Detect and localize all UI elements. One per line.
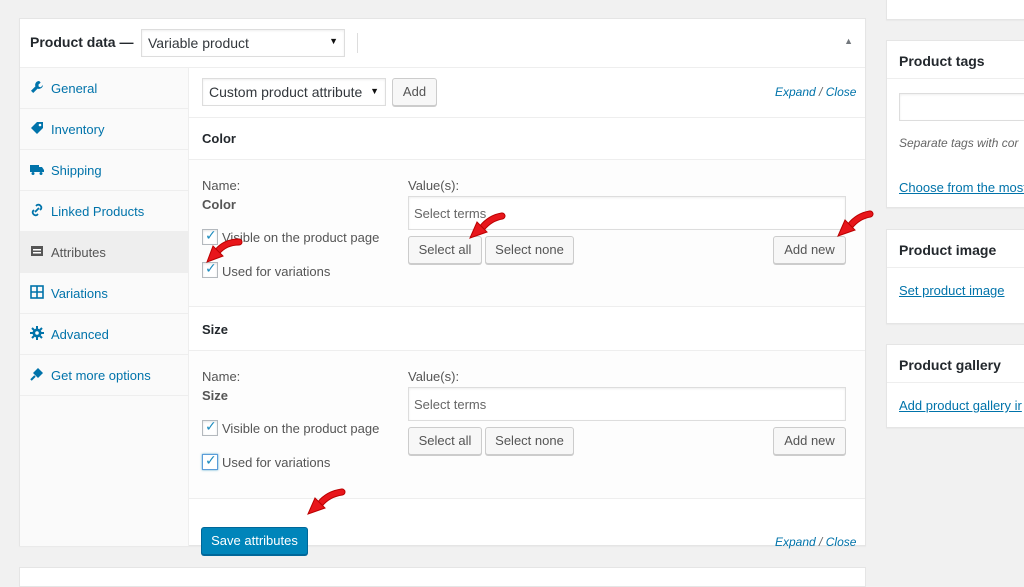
list-icon [31, 246, 43, 256]
link-separator: / [819, 85, 823, 99]
product-image-title: Product image [899, 242, 997, 258]
attribute-type-select[interactable]: Custom product attribute ▼ [202, 78, 386, 106]
product-tags-box: Product tags Separate tags with cor Choo… [886, 40, 1024, 208]
used-for-variations-checkbox[interactable]: ✓ [202, 452, 218, 470]
tab-label: Shipping [51, 163, 102, 178]
product-tags-title: Product tags [899, 53, 985, 69]
product-gallery-title: Product gallery [899, 357, 1001, 373]
truck-icon [30, 165, 44, 175]
close-link[interactable]: Close [826, 535, 857, 549]
tab-variations[interactable]: Variations [20, 273, 189, 314]
annotation-arrow-icon [837, 210, 874, 237]
tab-label: Inventory [51, 122, 105, 137]
attribute-heading: Size [202, 322, 229, 337]
product-gallery-box: Product gallery Add product gallery ir [886, 344, 1024, 428]
variations-label: Used for variations [222, 455, 331, 470]
collapse-toggle-icon[interactable]: ▲ [844, 36, 853, 46]
product-image-header[interactable]: Product image [887, 230, 1024, 268]
add-new-button[interactable]: Add new [773, 236, 846, 264]
wrench-icon [31, 81, 43, 93]
sidebar-box-top [886, 0, 1024, 20]
annotation-arrow-icon [206, 238, 243, 263]
attribute-body-size: Name: Size ✓ Visible on the product page… [189, 351, 865, 499]
attribute-header-color[interactable]: Color [189, 118, 865, 160]
tab-attributes[interactable]: Attributes [20, 232, 189, 273]
select-all-button[interactable]: Select all [408, 427, 482, 455]
close-link[interactable]: Close [826, 85, 857, 99]
link-separator: / [819, 535, 823, 549]
visible-label: Visible on the product page [222, 230, 380, 245]
tag-icon [31, 122, 43, 134]
tab-label: Variations [51, 286, 108, 301]
tab-get-more-options[interactable]: Get more options [20, 355, 189, 396]
tags-hint: Separate tags with cor [899, 136, 1019, 150]
grid-icon [30, 285, 44, 299]
attribute-header-size[interactable]: Size [189, 308, 865, 351]
attribute-name-value: Size [202, 388, 229, 403]
attribute-heading: Color [202, 131, 236, 146]
set-product-image-link[interactable]: Set product image [899, 283, 1005, 298]
product-data-title: Product data — [30, 34, 134, 50]
next-metabox [19, 567, 866, 587]
tab-label: Advanced [51, 327, 109, 342]
product-type-value: Variable product [148, 35, 249, 51]
add-new-button[interactable]: Add new [773, 427, 846, 455]
add-product-gallery-link[interactable]: Add product gallery ir [899, 398, 1022, 413]
gear-icon [30, 326, 44, 340]
select-none-button[interactable]: Select none [485, 427, 574, 455]
tab-linked-products[interactable]: Linked Products [20, 191, 189, 232]
checkmark-icon: ✓ [205, 418, 217, 434]
attributes-toolbar: Custom product attribute ▼ Add Expand / … [189, 68, 865, 118]
header-divider [357, 33, 358, 53]
dropdown-arrow-icon: ▼ [329, 36, 338, 46]
expand-close-links: Expand / Close [775, 85, 856, 99]
expand-close-links-bottom: Expand / Close [775, 535, 856, 549]
expand-link[interactable]: Expand [775, 535, 816, 549]
visible-on-product-page-checkbox[interactable]: ✓ [202, 418, 218, 436]
dropdown-arrow-icon: ▼ [370, 86, 379, 96]
values-label: Value(s): [408, 369, 460, 384]
checkmark-icon: ✓ [205, 452, 217, 468]
annotation-arrow-icon [469, 212, 506, 239]
product-gallery-header[interactable]: Product gallery [887, 345, 1024, 383]
values-label: Value(s): [408, 178, 460, 193]
link-icon [31, 203, 43, 217]
attribute-name-value: Color [202, 197, 236, 212]
tab-label: Get more options [51, 368, 151, 383]
save-attributes-button[interactable]: Save attributes [201, 527, 308, 555]
product-data-tabs: General Inventory Shipping Linked Produc… [20, 68, 189, 546]
choose-most-used-tags-link[interactable]: Choose from the most [899, 180, 1024, 195]
product-data-box: Product data — Variable product ▼ ▲ Gene… [19, 18, 866, 555]
visible-label: Visible on the product page [222, 421, 380, 436]
tab-general[interactable]: General [20, 68, 189, 109]
tab-inventory[interactable]: Inventory [20, 109, 189, 150]
name-label: Name: [202, 369, 241, 384]
tab-label: Linked Products [51, 204, 145, 219]
add-attribute-button[interactable]: Add [392, 78, 437, 106]
attribute-body-color: Name: Color ✓ Visible on the product pag… [189, 160, 865, 307]
product-tags-header[interactable]: Product tags [887, 41, 1024, 79]
expand-link[interactable]: Expand [775, 85, 816, 99]
tab-advanced[interactable]: Advanced [20, 314, 189, 355]
attribute-type-value: Custom product attribute [209, 84, 363, 100]
tags-input[interactable] [899, 93, 1024, 121]
attributes-panel: Custom product attribute ▼ Add Expand / … [189, 68, 865, 555]
tab-shipping[interactable]: Shipping [20, 150, 189, 191]
annotation-arrow-icon [307, 488, 346, 515]
select-terms-input[interactable]: Select terms [408, 387, 846, 421]
product-type-select[interactable]: Variable product ▼ [141, 29, 345, 57]
name-label: Name: [202, 178, 241, 193]
tab-label: General [51, 81, 98, 96]
plugin-icon [30, 368, 43, 381]
product-image-box: Product image Set product image [886, 229, 1024, 324]
product-data-header: Product data — Variable product ▼ ▲ [20, 19, 865, 68]
tab-label: Attributes [51, 245, 106, 260]
